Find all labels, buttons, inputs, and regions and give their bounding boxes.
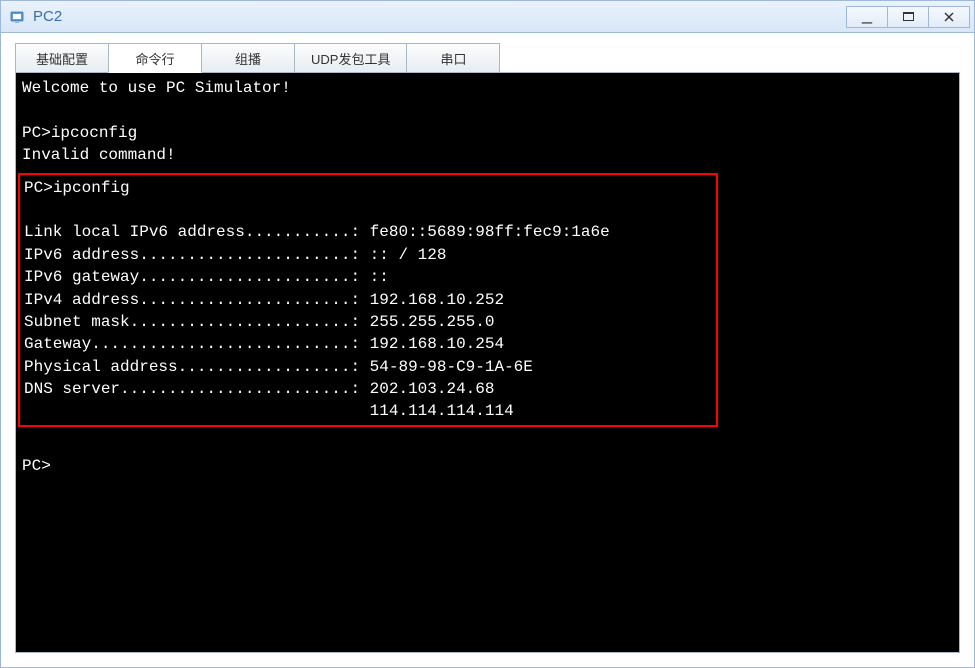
prompt: PC> [22, 457, 51, 475]
terminal-line: Link local IPv6 address...........: fe80… [24, 221, 712, 243]
window-controls: _ [847, 6, 970, 28]
terminal-line [24, 199, 712, 221]
terminal-line: IPv6 gateway......................: :: [24, 266, 712, 288]
tab-basic-config[interactable]: 基础配置 [15, 43, 109, 73]
terminal-line: IPv4 address......................: 192.… [24, 289, 712, 311]
terminal-line: Subnet mask.......................: 255.… [24, 311, 712, 333]
terminal-line: IPv6 address......................: :: /… [24, 244, 712, 266]
terminal-line [22, 433, 953, 455]
terminal-line: 114.114.114.114 [24, 400, 712, 422]
prompt: PC> [24, 179, 53, 197]
tab-serial[interactable]: 串口 [406, 43, 500, 73]
tab-label: 组播 [235, 49, 261, 68]
terminal-output: Welcome to use PC Simulator! PC>ipcocnfi… [22, 77, 953, 478]
terminal-line: PC>ipcocnfig [22, 122, 953, 144]
terminal-line: Welcome to use PC Simulator! [22, 77, 953, 99]
command-text: ipcocnfig [51, 124, 137, 142]
terminal-line: Physical address..................: 54-8… [24, 356, 712, 378]
close-button[interactable] [928, 6, 970, 28]
app-window: PC2 _ 基础配置 命令行 组播 UDP发包工具 串口 Welcome to … [0, 0, 975, 668]
terminal-line: Gateway...........................: 192.… [24, 333, 712, 355]
terminal-line: DNS server........................: 202.… [24, 378, 712, 400]
title-bar: PC2 _ [1, 1, 974, 33]
minimize-button[interactable]: _ [846, 6, 888, 28]
terminal-panel[interactable]: Welcome to use PC Simulator! PC>ipcocnfi… [15, 72, 960, 653]
terminal-line [22, 99, 953, 121]
prompt: PC> [22, 124, 51, 142]
content-area: 基础配置 命令行 组播 UDP发包工具 串口 Welcome to use PC… [1, 33, 974, 667]
highlight-box: PC>ipconfig Link local IPv6 address.....… [18, 173, 718, 427]
command-text: ipconfig [53, 179, 130, 197]
maximize-button[interactable] [887, 6, 929, 28]
tab-cli[interactable]: 命令行 [108, 43, 202, 73]
tab-label: 命令行 [135, 49, 174, 68]
tab-bar: 基础配置 命令行 组播 UDP发包工具 串口 [15, 43, 960, 73]
tab-udp-tool[interactable]: UDP发包工具 [294, 43, 407, 73]
tab-label: 基础配置 [36, 49, 88, 68]
terminal-line: PC>ipconfig [24, 177, 712, 199]
tab-multicast[interactable]: 组播 [201, 43, 295, 73]
app-icon [9, 8, 27, 26]
tab-label: 串口 [440, 49, 466, 68]
terminal-line: Invalid command! [22, 144, 953, 166]
window-title: PC2 [33, 8, 847, 25]
tab-label: UDP发包工具 [311, 49, 390, 68]
terminal-line[interactable]: PC> [22, 455, 953, 477]
